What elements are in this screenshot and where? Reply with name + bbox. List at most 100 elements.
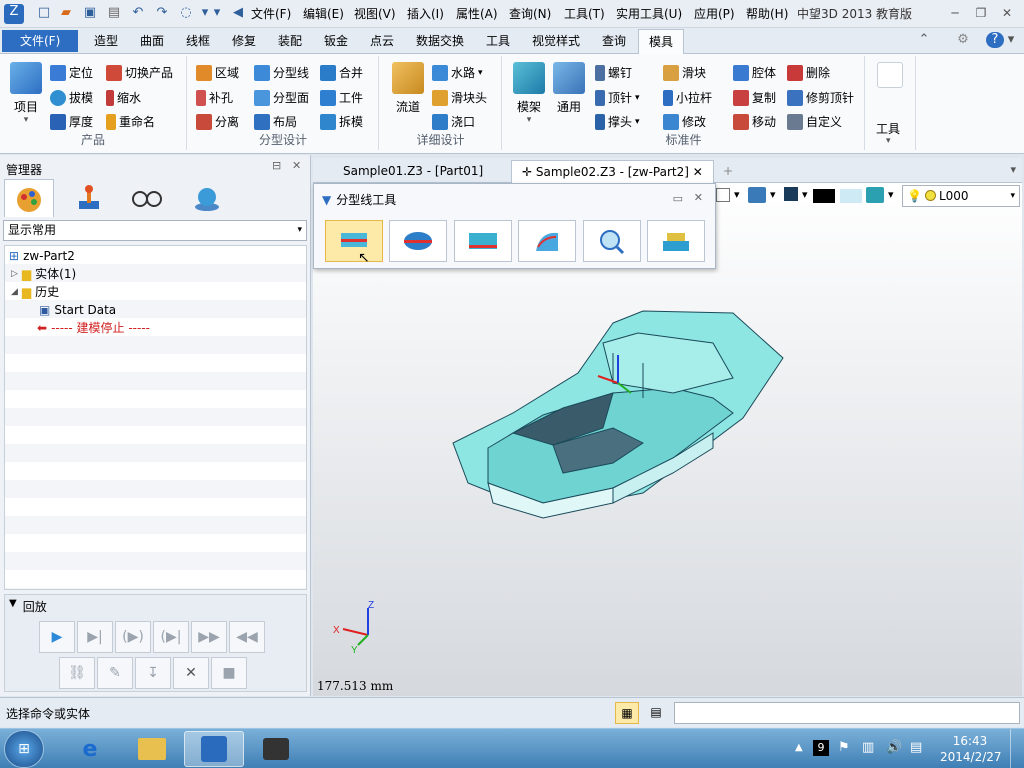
- tab-pointcloud[interactable]: 点云: [364, 32, 400, 50]
- slider-head-button[interactable]: 滑块头: [432, 89, 487, 106]
- menu-apps[interactable]: 应用(P): [694, 5, 735, 22]
- pull-rod-button[interactable]: 小拉杆: [663, 89, 712, 106]
- modify-button[interactable]: 修改: [663, 113, 706, 130]
- layout-button[interactable]: 布局: [254, 113, 297, 130]
- shading-icon[interactable]: [784, 187, 798, 201]
- tab-history-manager[interactable]: [4, 179, 54, 217]
- chevron-down-icon[interactable]: ▾: [200, 5, 210, 21]
- region-button[interactable]: 区域: [196, 64, 239, 81]
- tree-node-stop-marker[interactable]: ⬅ ----- 建模停止 -----: [37, 319, 150, 337]
- command-input[interactable]: [674, 702, 1020, 724]
- restore-icon[interactable]: ❐: [970, 4, 992, 22]
- chevron-down-icon[interactable]: ▾: [1006, 32, 1016, 48]
- start-button[interactable]: ⊞: [4, 730, 44, 768]
- playback-header[interactable]: ▼ 回放: [9, 598, 47, 615]
- tab-repair[interactable]: 修复: [226, 32, 262, 50]
- flag-icon[interactable]: ⚑: [838, 740, 850, 755]
- close-icon[interactable]: ✕: [996, 4, 1018, 22]
- thickness-button[interactable]: 厚度: [50, 113, 93, 130]
- tab-input-manager[interactable]: [64, 179, 114, 217]
- tab-sheetmetal[interactable]: 钣金: [318, 32, 354, 50]
- tools-button[interactable]: [874, 62, 906, 92]
- move-button[interactable]: 移动: [733, 113, 776, 130]
- split-mold-button[interactable]: 拆模: [320, 113, 363, 130]
- cavity-button[interactable]: 腔体: [733, 64, 776, 81]
- general-button[interactable]: 通用: [551, 62, 587, 115]
- layer-select[interactable]: 💡 L000 ▾: [902, 185, 1020, 207]
- group-label-tools[interactable]: 工具: [876, 120, 900, 137]
- menu-attribute[interactable]: 属性(A): [456, 5, 498, 22]
- tab-data-exchange[interactable]: 数据交换: [410, 32, 470, 50]
- delete-button[interactable]: 删除: [787, 64, 830, 81]
- undo-icon[interactable]: ↶: [130, 5, 146, 21]
- edit-button[interactable]: ✎: [97, 657, 133, 689]
- chevron-down-icon[interactable]: ▾: [212, 5, 222, 21]
- tab-tools[interactable]: 工具: [480, 32, 516, 50]
- close-icon[interactable]: ✕: [693, 165, 703, 179]
- collapse-ribbon-icon[interactable]: ⌃: [916, 32, 932, 48]
- tab-wireframe[interactable]: 线框: [180, 32, 216, 50]
- parting-surface-button[interactable]: 分型面: [254, 89, 309, 106]
- rewind-button[interactable]: ◀◀: [229, 621, 265, 653]
- parting-tool-3-button[interactable]: [454, 220, 512, 262]
- link-button[interactable]: ⛓: [59, 657, 95, 689]
- render-mode-icon[interactable]: [748, 187, 766, 203]
- minimize-icon[interactable]: ─: [944, 4, 966, 22]
- insert-button[interactable]: ↧: [135, 657, 171, 689]
- filter-dropdown[interactable]: 显示常用 ▾: [3, 220, 307, 241]
- switch-product-button[interactable]: 切换产品: [106, 64, 173, 81]
- status-toggle-2[interactable]: ▤: [644, 702, 668, 724]
- ejector-pin-button[interactable]: 顶针 ▾: [595, 89, 640, 106]
- doc-tab-sample02[interactable]: ✛ Sample02.Z3 - [zw-Part2] ✕: [511, 160, 714, 183]
- tab-assembly[interactable]: 装配: [272, 32, 308, 50]
- fast-forward-button[interactable]: ▶▶: [191, 621, 227, 653]
- tray-expand-icon[interactable]: ▲: [795, 742, 803, 753]
- new-file-icon[interactable]: □: [36, 5, 52, 21]
- tab-visual-style[interactable]: 视觉样式: [526, 32, 586, 50]
- chevron-down-icon[interactable]: ▾: [770, 188, 776, 201]
- tab-surface[interactable]: 曲面: [134, 32, 170, 50]
- doc-tab-sample01[interactable]: Sample01.Z3 - [Part01]: [333, 160, 493, 183]
- parting-tool-6-button[interactable]: [647, 220, 705, 262]
- suppress-button[interactable]: ■: [211, 657, 247, 689]
- chevron-down-icon[interactable]: ▾: [802, 188, 808, 201]
- waterline-button[interactable]: 水路 ▾: [432, 64, 483, 81]
- network-icon[interactable]: ▥: [862, 740, 874, 755]
- show-desktop-button[interactable]: [1010, 729, 1024, 768]
- tree-node-start-data[interactable]: ▣ Start Data: [39, 301, 116, 319]
- tab-mold[interactable]: 模具: [638, 29, 685, 55]
- runner-button[interactable]: 流道: [388, 62, 428, 115]
- status-toggle-1[interactable]: ▦: [615, 702, 639, 724]
- step-forward-button[interactable]: ▶|: [77, 621, 113, 653]
- parting-tool-1-button[interactable]: [325, 220, 383, 262]
- tab-file[interactable]: 文件(F): [2, 30, 79, 52]
- layer-icon[interactable]: [866, 187, 884, 203]
- collapse-icon[interactable]: ◢: [11, 283, 18, 301]
- help-icon[interactable]: ?: [986, 32, 1004, 48]
- redo-icon[interactable]: ↷: [154, 5, 170, 21]
- project-button[interactable]: 项目 ▾: [8, 62, 44, 125]
- color-lightblue-swatch[interactable]: [840, 189, 862, 203]
- tab-view-manager[interactable]: [122, 179, 172, 217]
- tree-node-history[interactable]: ◢ ▆ 历史: [11, 283, 59, 301]
- close-icon[interactable]: ✕: [694, 191, 703, 204]
- parting-line-button[interactable]: 分型线: [254, 64, 309, 81]
- patch-hole-button[interactable]: 补孔: [196, 89, 233, 106]
- workpiece-button[interactable]: 工件: [320, 89, 363, 106]
- taskbar-ie[interactable]: e: [60, 731, 120, 767]
- gate-button[interactable]: 浇口: [432, 113, 475, 130]
- parting-tool-2-button[interactable]: [389, 220, 447, 262]
- play-button[interactable]: ▶: [39, 621, 75, 653]
- volume-icon[interactable]: 🔊: [886, 740, 902, 755]
- position-button[interactable]: 定位: [50, 64, 93, 81]
- menu-view[interactable]: 视图(V): [354, 5, 396, 22]
- rename-button[interactable]: 重命名: [106, 113, 155, 130]
- expand-icon[interactable]: ▷: [11, 265, 18, 283]
- notification-icon[interactable]: ▤: [910, 740, 922, 755]
- menu-insert[interactable]: 插入(I): [407, 5, 444, 22]
- new-tab-button[interactable]: +: [713, 160, 743, 183]
- select-filter-icon[interactable]: ◌: [178, 5, 194, 21]
- menu-utilities[interactable]: 实用工具(U): [616, 5, 682, 22]
- menu-help[interactable]: 帮助(H): [746, 5, 788, 22]
- view-box-icon[interactable]: [716, 188, 730, 202]
